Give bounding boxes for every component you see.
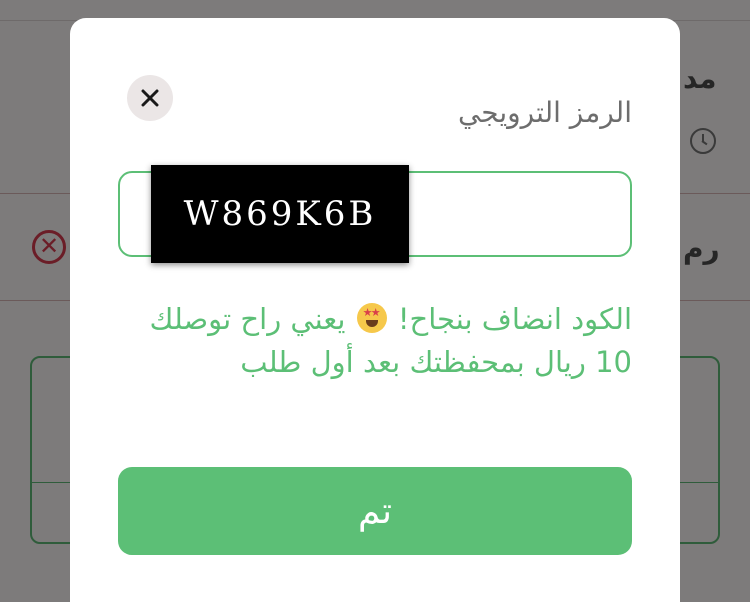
dialog-title: الرمز الترويجي xyxy=(457,96,632,129)
close-button[interactable] xyxy=(127,75,173,121)
clock-icon xyxy=(690,128,716,154)
done-button-label: تم xyxy=(358,490,392,532)
success-message-part1: الكود انضاف بنجاح! xyxy=(397,302,632,336)
remove-circle-icon: ✕ xyxy=(32,230,66,264)
close-icon xyxy=(141,89,159,107)
background-row-title: مد xyxy=(683,62,717,95)
star-struck-emoji-icon xyxy=(356,303,387,333)
done-button[interactable]: تم xyxy=(118,467,632,555)
background-row-promo: رم xyxy=(683,232,720,265)
success-message: الكود انضاف بنجاح! يعني راح توصلك 10 ريا… xyxy=(112,298,633,384)
promo-code-dialog: الرمز الترويجي W869K6B الكود انضاف بنجاح… xyxy=(70,18,680,602)
promo-code-label: W869K6B xyxy=(151,165,409,263)
promo-code-value: W869K6B xyxy=(183,194,377,234)
